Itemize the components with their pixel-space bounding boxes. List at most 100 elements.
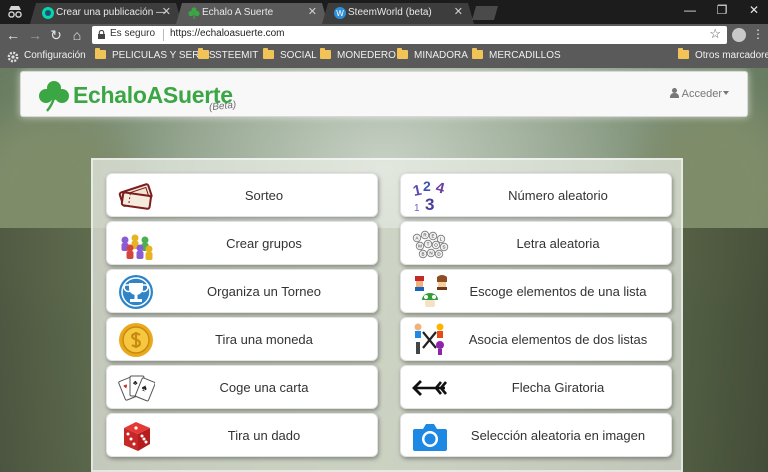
tile-organiza-torneo[interactable]: Organiza un Torneo bbox=[106, 269, 378, 313]
folder-icon bbox=[320, 48, 331, 59]
user-icon bbox=[669, 88, 679, 98]
incognito-icon bbox=[8, 6, 22, 18]
svg-text:4: 4 bbox=[434, 179, 447, 198]
reload-icon[interactable]: ↻ bbox=[48, 27, 64, 43]
tile-label: Letra aleatoria bbox=[516, 236, 600, 251]
svg-text:2: 2 bbox=[423, 178, 431, 194]
cards-icon: ♥ ♣ ♠ bbox=[118, 375, 155, 402]
svg-text:3: 3 bbox=[425, 195, 434, 214]
tools-panel: Sorteo Crear grupos Organiza un Torneo T… bbox=[91, 158, 683, 472]
svg-text:O: O bbox=[434, 243, 438, 248]
svg-text:E: E bbox=[431, 234, 434, 239]
tile-crear-grupos[interactable]: Crear grupos bbox=[106, 221, 378, 265]
close-window-icon[interactable]: ✕ bbox=[742, 3, 766, 17]
tab-echalo-a-suerte[interactable]: Echalo A Suerte ✕ bbox=[176, 3, 328, 24]
tile-seleccion-imagen[interactable]: Selección aleatoria en imagen bbox=[400, 413, 672, 457]
tile-label: Asocia elementos de dos listas bbox=[468, 332, 648, 347]
steemit-favicon-icon bbox=[42, 7, 54, 19]
svg-text:S: S bbox=[442, 245, 445, 250]
clover-logo-icon bbox=[39, 81, 69, 112]
login-dropdown[interactable]: Acceder bbox=[669, 88, 729, 100]
dice-icon bbox=[124, 422, 150, 451]
tile-label: Tira un dado bbox=[227, 428, 301, 443]
ticket-icon bbox=[118, 183, 153, 210]
tile-label: Organiza un Torneo bbox=[207, 284, 321, 299]
minimize-icon[interactable]: — bbox=[678, 3, 702, 17]
bookmark-folder-steemit[interactable]: STEEMIT bbox=[198, 48, 258, 61]
tile-sorteo[interactable]: Sorteo bbox=[106, 173, 378, 217]
tile-flecha-giratoria[interactable]: Flecha Giratoria bbox=[400, 365, 672, 409]
tile-label: Crear grupos bbox=[226, 236, 302, 251]
groups-icon bbox=[121, 234, 153, 260]
tab-title: SteemWorld (beta) bbox=[348, 7, 432, 18]
svg-text:A: A bbox=[415, 236, 418, 241]
security-label: Es seguro bbox=[110, 28, 156, 39]
tile-asocia-elementos[interactable]: Asocia elementos de dos listas bbox=[400, 317, 672, 361]
bookmark-star-icon[interactable]: ☆ bbox=[709, 26, 721, 42]
back-arrow-icon[interactable]: ← bbox=[5, 27, 21, 43]
tile-label: Selección aleatoria en imagen bbox=[470, 428, 646, 443]
brand-beta-tag: (Beta) bbox=[208, 99, 237, 114]
svg-text:T: T bbox=[427, 242, 430, 247]
letters-icon: AR EL MTOS BND bbox=[412, 230, 449, 259]
tab-crear-publicacion[interactable]: Crear una publicación — ✕ bbox=[30, 3, 182, 24]
list-items-icon bbox=[415, 275, 447, 307]
close-tab-icon[interactable]: ✕ bbox=[162, 3, 171, 22]
bookmark-folder-mercadillos[interactable]: MERCADILLOS bbox=[472, 48, 561, 61]
site-logo[interactable]: EchaloASuerte (Beta) bbox=[37, 79, 257, 117]
close-tab-icon[interactable]: ✕ bbox=[454, 3, 463, 22]
bookmark-folder-monedero[interactable]: MONEDERO bbox=[320, 48, 396, 61]
folder-icon bbox=[397, 48, 408, 59]
gear-icon bbox=[7, 51, 19, 63]
svg-text:W: W bbox=[336, 9, 344, 18]
folder-icon bbox=[263, 48, 274, 59]
tile-label: Coge una carta bbox=[219, 380, 309, 395]
svg-text:B: B bbox=[421, 252, 424, 257]
tab-title: Echalo A Suerte bbox=[202, 7, 274, 18]
tile-label: Sorteo bbox=[244, 188, 284, 203]
menu-icon[interactable]: ⋮ bbox=[752, 27, 764, 41]
tile-escoge-elementos[interactable]: Escoge elementos de una lista bbox=[400, 269, 672, 313]
browser-toolbar: ← → ↻ ⌂ Es seguro https://echaloasuerte.… bbox=[0, 24, 768, 46]
folder-icon bbox=[678, 48, 689, 59]
associate-icon bbox=[414, 323, 444, 355]
steemworld-favicon-icon: W bbox=[334, 7, 346, 19]
address-bar[interactable]: Es seguro https://echaloasuerte.com ☆ bbox=[92, 26, 727, 44]
bookmark-folder-otros[interactable]: Otros marcadores bbox=[678, 48, 768, 61]
tab-steemworld[interactable]: W SteemWorld (beta) ✕ bbox=[322, 3, 474, 24]
arrow-icon bbox=[412, 380, 447, 396]
tile-label: Flecha Giratoria bbox=[511, 380, 605, 395]
clover-favicon-icon bbox=[188, 7, 200, 19]
svg-text:1: 1 bbox=[411, 182, 423, 200]
tile-numero-aleatorio[interactable]: 1 2 4 3 1 Número aleatorio bbox=[400, 173, 672, 217]
camera-icon bbox=[413, 424, 447, 451]
svg-text:♣: ♣ bbox=[133, 380, 138, 387]
forward-arrow-icon[interactable]: → bbox=[27, 27, 43, 43]
login-label: Acceder bbox=[681, 88, 722, 100]
coin-icon bbox=[119, 323, 153, 357]
tile-letra-aleatoria[interactable]: AREL MTOS BND Letra aleatoria bbox=[400, 221, 672, 265]
home-icon[interactable]: ⌂ bbox=[69, 27, 85, 43]
tile-tira-moneda[interactable]: Tira una moneda bbox=[106, 317, 378, 361]
url-text[interactable]: https://echaloasuerte.com bbox=[170, 28, 285, 39]
close-tab-icon[interactable]: ✕ bbox=[308, 3, 317, 22]
folder-icon bbox=[198, 48, 209, 59]
bookmark-folder-social[interactable]: SOCIAL bbox=[263, 48, 317, 61]
new-tab-button[interactable] bbox=[472, 6, 498, 20]
page-content: EchaloASuerte (Beta) Acceder Sorteo Crea… bbox=[0, 68, 768, 472]
tab-title: Crear una publicación — bbox=[56, 7, 167, 18]
extension-icon[interactable] bbox=[732, 28, 746, 42]
folder-icon bbox=[95, 48, 106, 59]
tab-bar: Crear una publicación — ✕ Echalo A Suert… bbox=[0, 0, 768, 24]
tile-label: Escoge elementos de una lista bbox=[469, 284, 647, 299]
site-navbar: EchaloASuerte (Beta) Acceder bbox=[20, 71, 748, 117]
bookmark-configuracion[interactable]: Configuración bbox=[24, 50, 86, 61]
restore-icon[interactable]: ❐ bbox=[710, 3, 734, 17]
tile-coge-carta[interactable]: ♥ ♣ ♠ Coge una carta bbox=[106, 365, 378, 409]
bookmark-folder-minadora[interactable]: MINADORA bbox=[397, 48, 468, 61]
svg-text:N: N bbox=[429, 251, 432, 256]
svg-text:M: M bbox=[418, 244, 422, 249]
tile-tira-dado[interactable]: Tira un dado bbox=[106, 413, 378, 457]
svg-text:1: 1 bbox=[414, 203, 420, 214]
bookmarks-bar: Configuración PELICULAS Y SERIES STEEMIT… bbox=[0, 46, 768, 68]
